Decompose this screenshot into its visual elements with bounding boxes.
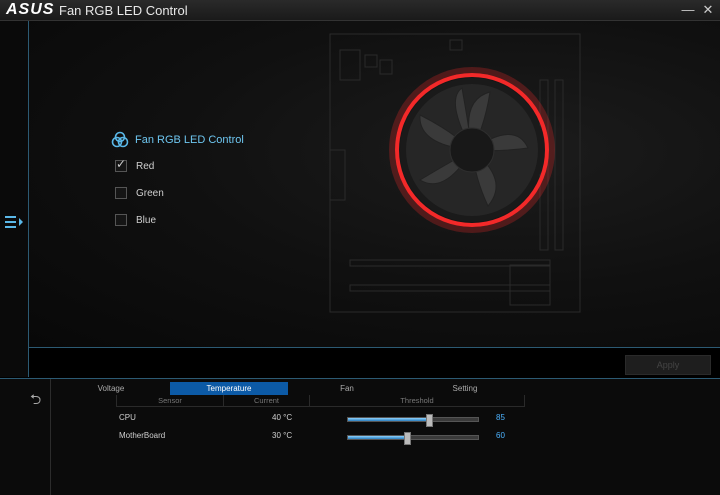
rgb-panel-title-text: Fan RGB LED Control	[135, 134, 244, 146]
sensor-name: CPU	[119, 413, 136, 422]
slider-knob[interactable]	[404, 432, 411, 445]
minimize-button[interactable]: —	[680, 2, 696, 18]
slider-knob[interactable]	[426, 414, 433, 427]
checkbox-blue[interactable]	[115, 214, 127, 226]
tab-bar: Voltage Temperature Fan Setting	[52, 382, 718, 395]
motherboard-illustration	[329, 33, 581, 313]
back-arrow-icon[interactable]: ⮌	[30, 389, 41, 413]
tab-fan[interactable]: Fan	[288, 382, 406, 395]
asus-logo: ASUS	[6, 1, 55, 18]
col-sensor: Sensor	[116, 395, 224, 407]
back-area: ⮌	[0, 379, 51, 495]
col-current: Current	[223, 395, 310, 407]
sensor-name: MotherBoard	[119, 431, 166, 440]
slider-fill	[348, 436, 407, 439]
rgb-panel-title: Fan RGB LED Control	[111, 131, 244, 149]
option-green[interactable]: Green	[115, 187, 164, 199]
slider-fill	[348, 418, 429, 421]
current-value: 40 °C	[272, 413, 293, 422]
tab-temperature[interactable]: Temperature	[170, 382, 288, 395]
left-sidebar	[0, 21, 29, 377]
checkbox-red[interactable]	[115, 157, 127, 172]
threshold-slider[interactable]	[347, 432, 479, 445]
apply-button[interactable]: Apply	[625, 355, 711, 375]
close-button[interactable]: ✕	[700, 2, 716, 18]
rgb-circles-icon	[111, 131, 129, 148]
option-red[interactable]: Red	[115, 157, 155, 172]
window-title: Fan RGB LED Control	[59, 3, 188, 18]
threshold-value: 85	[496, 413, 505, 422]
checkbox-green[interactable]	[115, 187, 127, 199]
table-row: CPU 40 °C 85	[52, 411, 692, 427]
table-row: MotherBoard 30 °C 60	[52, 429, 692, 445]
tab-voltage[interactable]: Voltage	[52, 382, 170, 395]
monitor-panel: ⮌ Voltage Temperature Fan Setting Sensor…	[0, 378, 720, 495]
tab-setting[interactable]: Setting	[406, 382, 524, 395]
option-blue[interactable]: Blue	[115, 214, 156, 226]
option-green-label: Green	[136, 187, 164, 199]
threshold-value: 60	[496, 431, 505, 440]
divider	[28, 347, 720, 348]
title-bar: ASUS Fan RGB LED Control — ✕	[0, 0, 720, 21]
menu-expand-icon[interactable]	[4, 214, 24, 230]
col-threshold: Threshold	[309, 395, 525, 407]
option-blue-label: Blue	[136, 214, 157, 226]
threshold-slider[interactable]	[347, 414, 479, 427]
option-red-label: Red	[136, 160, 155, 172]
current-value: 30 °C	[272, 431, 293, 440]
